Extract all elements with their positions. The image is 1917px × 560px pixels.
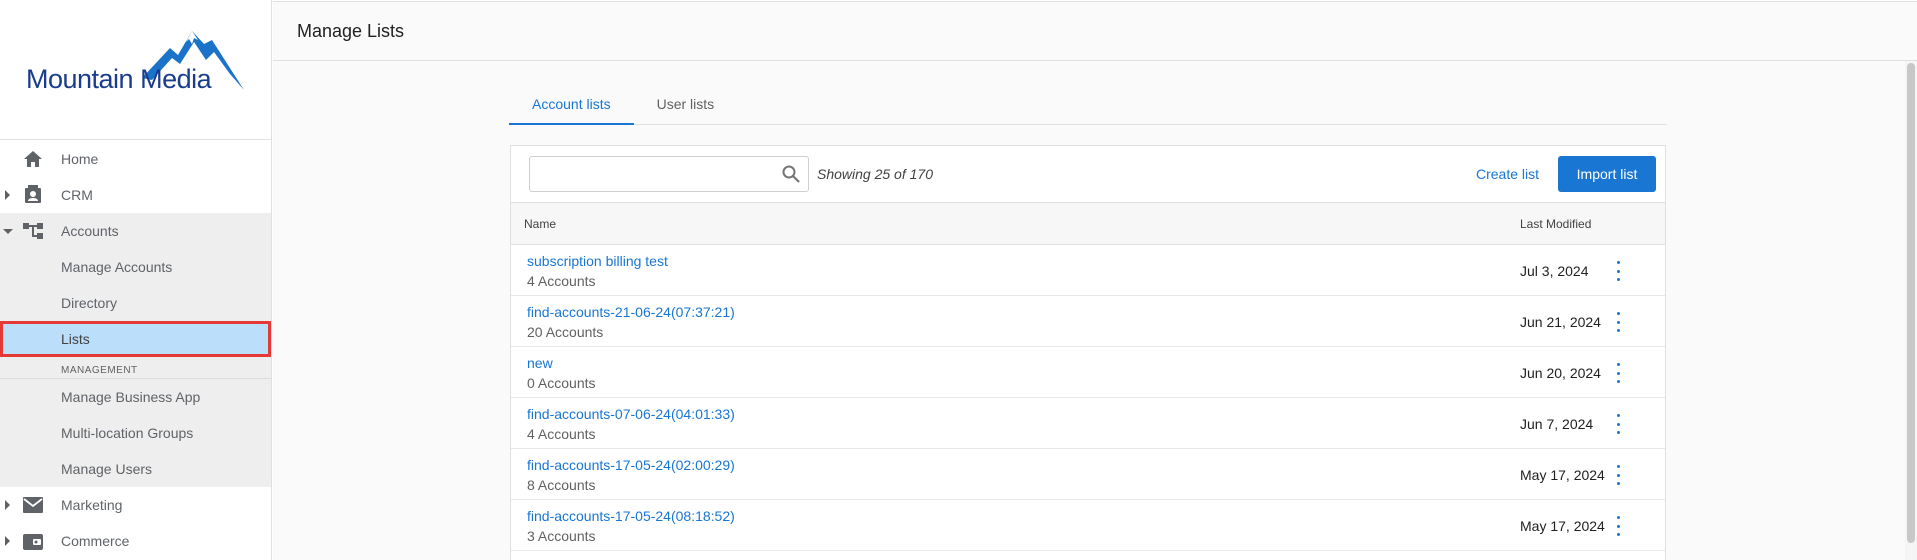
sidebar-item-accounts[interactable]: Accounts	[0, 213, 271, 249]
column-header-name[interactable]: Name	[524, 217, 556, 231]
home-icon	[22, 148, 44, 170]
results-count: Showing 25 of 170	[817, 166, 933, 182]
column-header-last-modified[interactable]: Last Modified	[1520, 217, 1591, 231]
sidebar-item-commerce[interactable]: Commerce	[0, 523, 271, 559]
sidebar-item-crm[interactable]: CRM	[0, 177, 271, 213]
list-account-count: 0 Accounts	[527, 375, 596, 391]
sidebar-item-label: Home	[61, 151, 99, 167]
chevron-down-icon[interactable]	[3, 228, 13, 234]
chevron-right-icon[interactable]	[5, 190, 10, 200]
more-options-icon[interactable]	[1611, 516, 1625, 536]
list-account-count: 3 Accounts	[527, 528, 596, 544]
sidebar-item-manage-business-app[interactable]: Manage Business App	[0, 379, 271, 415]
contact-card-icon	[22, 184, 44, 206]
more-options-icon[interactable]	[1611, 312, 1625, 332]
sidebar-item-label: Accounts	[61, 223, 119, 239]
mail-icon	[22, 494, 44, 516]
sidebar: Mountain Media Home CRM Accounts Manage …	[0, 0, 272, 560]
table-header: Name Last Modified	[511, 203, 1665, 245]
wallet-icon	[22, 530, 44, 552]
list-last-modified: Jun 20, 2024	[1520, 365, 1601, 381]
sidebar-item-manage-accounts[interactable]: Manage Accounts	[0, 249, 271, 285]
list-account-count: 8 Accounts	[527, 477, 596, 493]
list-last-modified: May 17, 2024	[1520, 518, 1605, 534]
table-row: find-accounts-21-06-24(07:37:21) 20 Acco…	[511, 296, 1665, 347]
search-box[interactable]	[529, 156, 809, 192]
sidebar-item-label: CRM	[61, 187, 93, 203]
list-tabs: Account lists User lists	[509, 84, 1667, 125]
list-account-count: 20 Accounts	[527, 324, 604, 340]
sidebar-item-manage-users[interactable]: Manage Users	[0, 451, 271, 487]
table-row: subscription billing test 4 Accounts Jul…	[511, 245, 1665, 296]
chevron-right-icon[interactable]	[5, 500, 10, 510]
nav-menu-bottom: Marketing Commerce	[0, 487, 271, 559]
sidebar-item-multi-location-groups[interactable]: Multi-location Groups	[0, 415, 271, 451]
list-name-link[interactable]: find-accounts-17-05-24(02:00:29)	[527, 457, 735, 473]
sidebar-item-label: Commerce	[61, 533, 130, 549]
more-options-icon[interactable]	[1611, 363, 1625, 383]
list-last-modified: Jun 7, 2024	[1520, 416, 1594, 432]
nav-menu: Home CRM Accounts	[0, 141, 271, 249]
sidebar-item-marketing[interactable]: Marketing	[0, 487, 271, 523]
list-name-link[interactable]: find-accounts-21-06-24(07:37:21)	[527, 304, 735, 320]
brand-logo[interactable]: Mountain Media	[0, 0, 271, 140]
sidebar-item-lists[interactable]: Lists	[0, 321, 271, 357]
section-label-management: MANAGEMENT	[0, 357, 271, 379]
table-row: find-accounts-07-06-24(04:01:33) 4 Accou…	[511, 398, 1665, 449]
list-name-link[interactable]: find-accounts-17-05-24(08:18:52)	[527, 508, 735, 524]
page-scrollbar[interactable]	[1905, 61, 1917, 560]
list-name-link[interactable]: find-accounts-07-06-24(04:01:33)	[527, 406, 735, 422]
table-row: new 0 Accounts Jun 20, 2024	[511, 347, 1665, 398]
sidebar-item-label: Marketing	[61, 497, 123, 513]
page-header: Manage Lists	[273, 1, 1917, 61]
search-icon[interactable]	[782, 165, 800, 188]
import-list-button[interactable]: Import list	[1558, 156, 1656, 192]
tab-user-lists[interactable]: User lists	[634, 84, 738, 124]
sidebar-item-directory[interactable]: Directory	[0, 285, 271, 321]
hierarchy-icon	[22, 220, 44, 242]
list-account-count: 4 Accounts	[527, 426, 596, 442]
list-account-count: 4 Accounts	[527, 273, 596, 289]
list-name-link[interactable]: new	[527, 355, 553, 371]
table-row: find-accounts-17-05-24(08:18:52) 3 Accou…	[511, 500, 1665, 551]
more-options-icon[interactable]	[1611, 465, 1625, 485]
table-toolbar: Showing 25 of 170 Create list Import lis…	[511, 146, 1665, 203]
brand-name: Mountain Media	[26, 64, 212, 94]
more-options-icon[interactable]	[1611, 414, 1625, 434]
more-options-icon[interactable]	[1611, 261, 1625, 281]
lists-card: Showing 25 of 170 Create list Import lis…	[510, 145, 1666, 560]
list-last-modified: Jun 21, 2024	[1520, 314, 1601, 330]
sidebar-item-home[interactable]: Home	[0, 141, 271, 177]
list-name-link[interactable]: subscription billing test	[527, 253, 668, 269]
chevron-right-icon[interactable]	[5, 536, 10, 546]
page-title: Manage Lists	[297, 21, 405, 41]
tab-account-lists[interactable]: Account lists	[509, 84, 634, 125]
create-list-button[interactable]: Create list	[1476, 166, 1539, 182]
list-last-modified: May 17, 2024	[1520, 467, 1605, 483]
list-last-modified: Jul 3, 2024	[1520, 263, 1589, 279]
scrollbar-thumb[interactable]	[1907, 63, 1915, 543]
accounts-submenu: Manage Accounts Directory Lists MANAGEME…	[0, 249, 271, 487]
table-row: find-accounts-17-05-24(02:00:29) 8 Accou…	[511, 449, 1665, 500]
